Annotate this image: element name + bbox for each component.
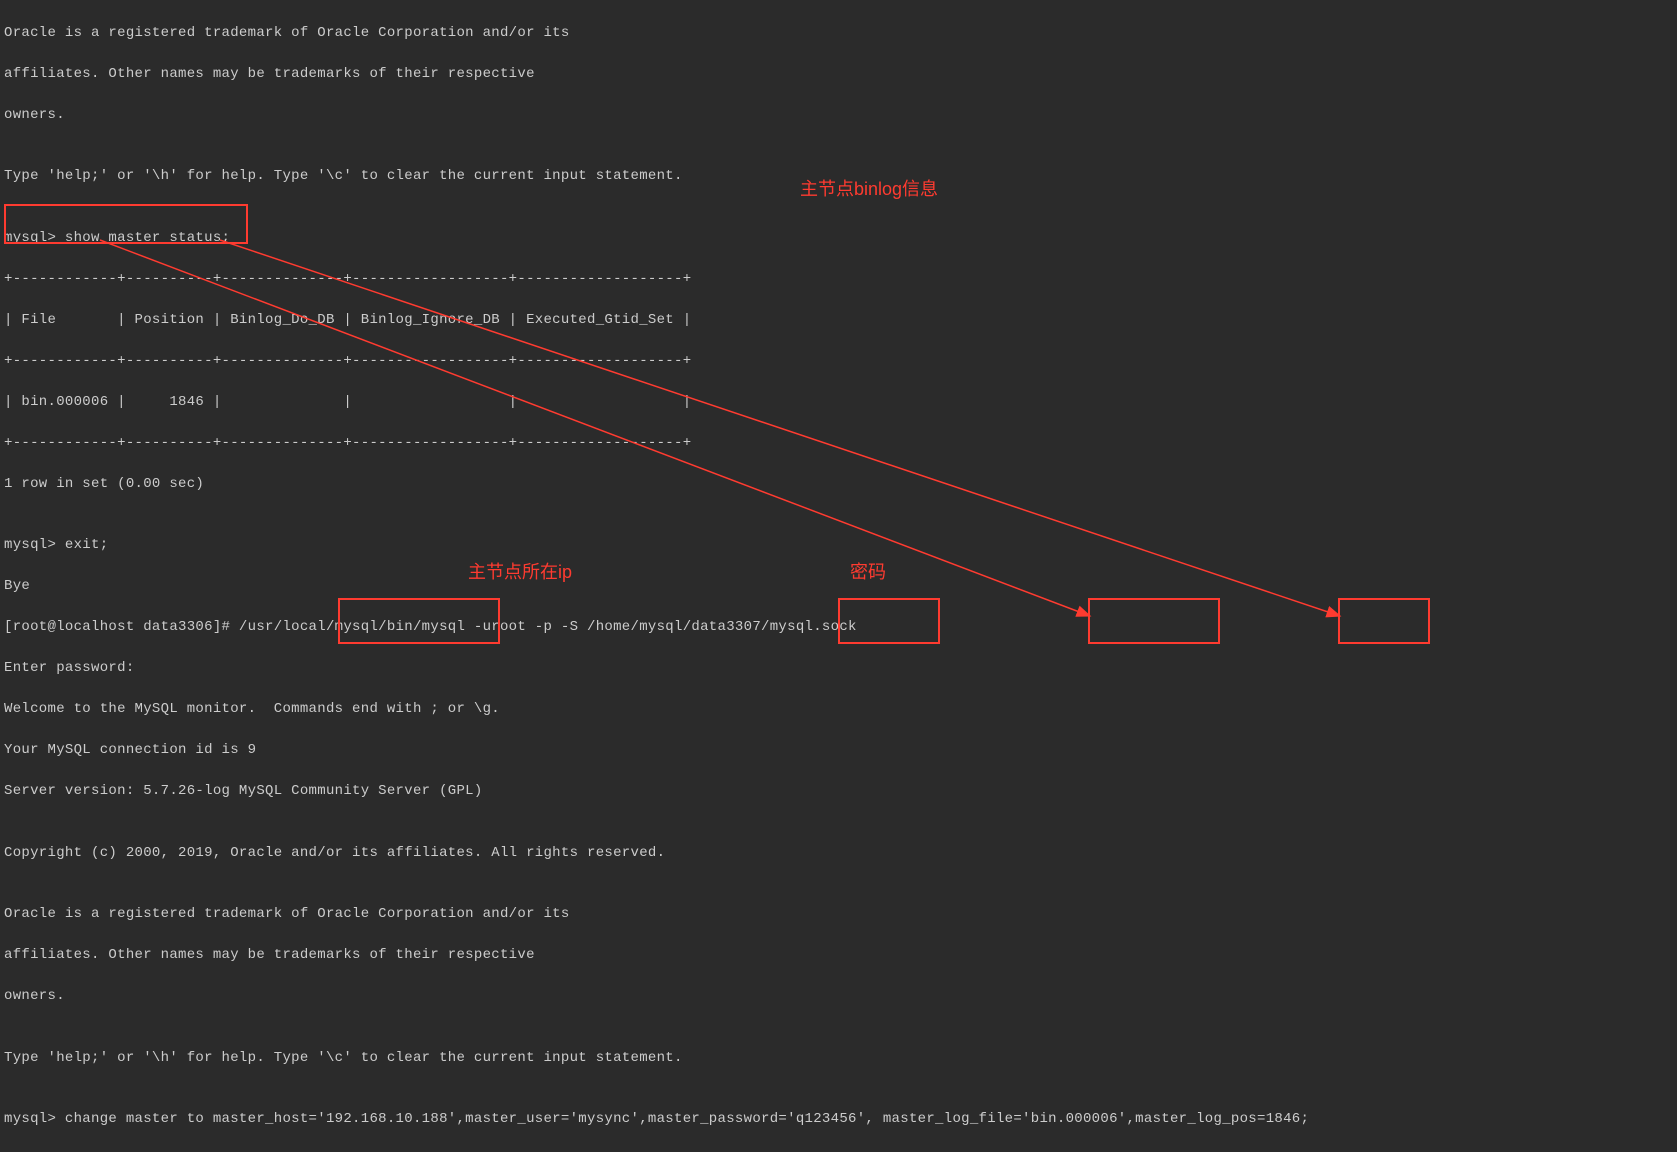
result-msg: 1 row in set (0.00 sec) (4, 474, 1673, 495)
terminal-output[interactable]: Oracle is a registered trademark of Orac… (0, 0, 1677, 1152)
table-border: +------------+----------+--------------+… (4, 433, 1673, 454)
table-header: | File | Position | Binlog_Do_DB | Binlo… (4, 310, 1673, 331)
text-line: Enter password: (4, 658, 1673, 679)
table-border: +------------+----------+--------------+… (4, 269, 1673, 290)
table-row: | bin.000006 | 1846 | | | | (4, 392, 1673, 413)
shell-prompt: [root@localhost data3306]# /usr/local/my… (4, 617, 1673, 638)
mysql-prompt: mysql> show master status; (4, 228, 1673, 249)
text-line: Server version: 5.7.26-log MySQL Communi… (4, 781, 1673, 802)
text-line: owners. (4, 986, 1673, 1007)
text-line: affiliates. Other names may be trademark… (4, 945, 1673, 966)
text-line: Oracle is a registered trademark of Orac… (4, 23, 1673, 44)
text-line: Welcome to the MySQL monitor. Commands e… (4, 699, 1673, 720)
mysql-prompt: mysql> change master to master_host='192… (4, 1109, 1673, 1130)
text-line: Copyright (c) 2000, 2019, Oracle and/or … (4, 843, 1673, 864)
text-line: Bye (4, 576, 1673, 597)
text-line: Type 'help;' or '\h' for help. Type '\c'… (4, 1048, 1673, 1069)
mysql-prompt: mysql> exit; (4, 535, 1673, 556)
text-line: Oracle is a registered trademark of Orac… (4, 904, 1673, 925)
text-line: affiliates. Other names may be trademark… (4, 64, 1673, 85)
text-line: Your MySQL connection id is 9 (4, 740, 1673, 761)
table-border: +------------+----------+--------------+… (4, 351, 1673, 372)
text-line: Type 'help;' or '\h' for help. Type '\c'… (4, 166, 1673, 187)
text-line: owners. (4, 105, 1673, 126)
